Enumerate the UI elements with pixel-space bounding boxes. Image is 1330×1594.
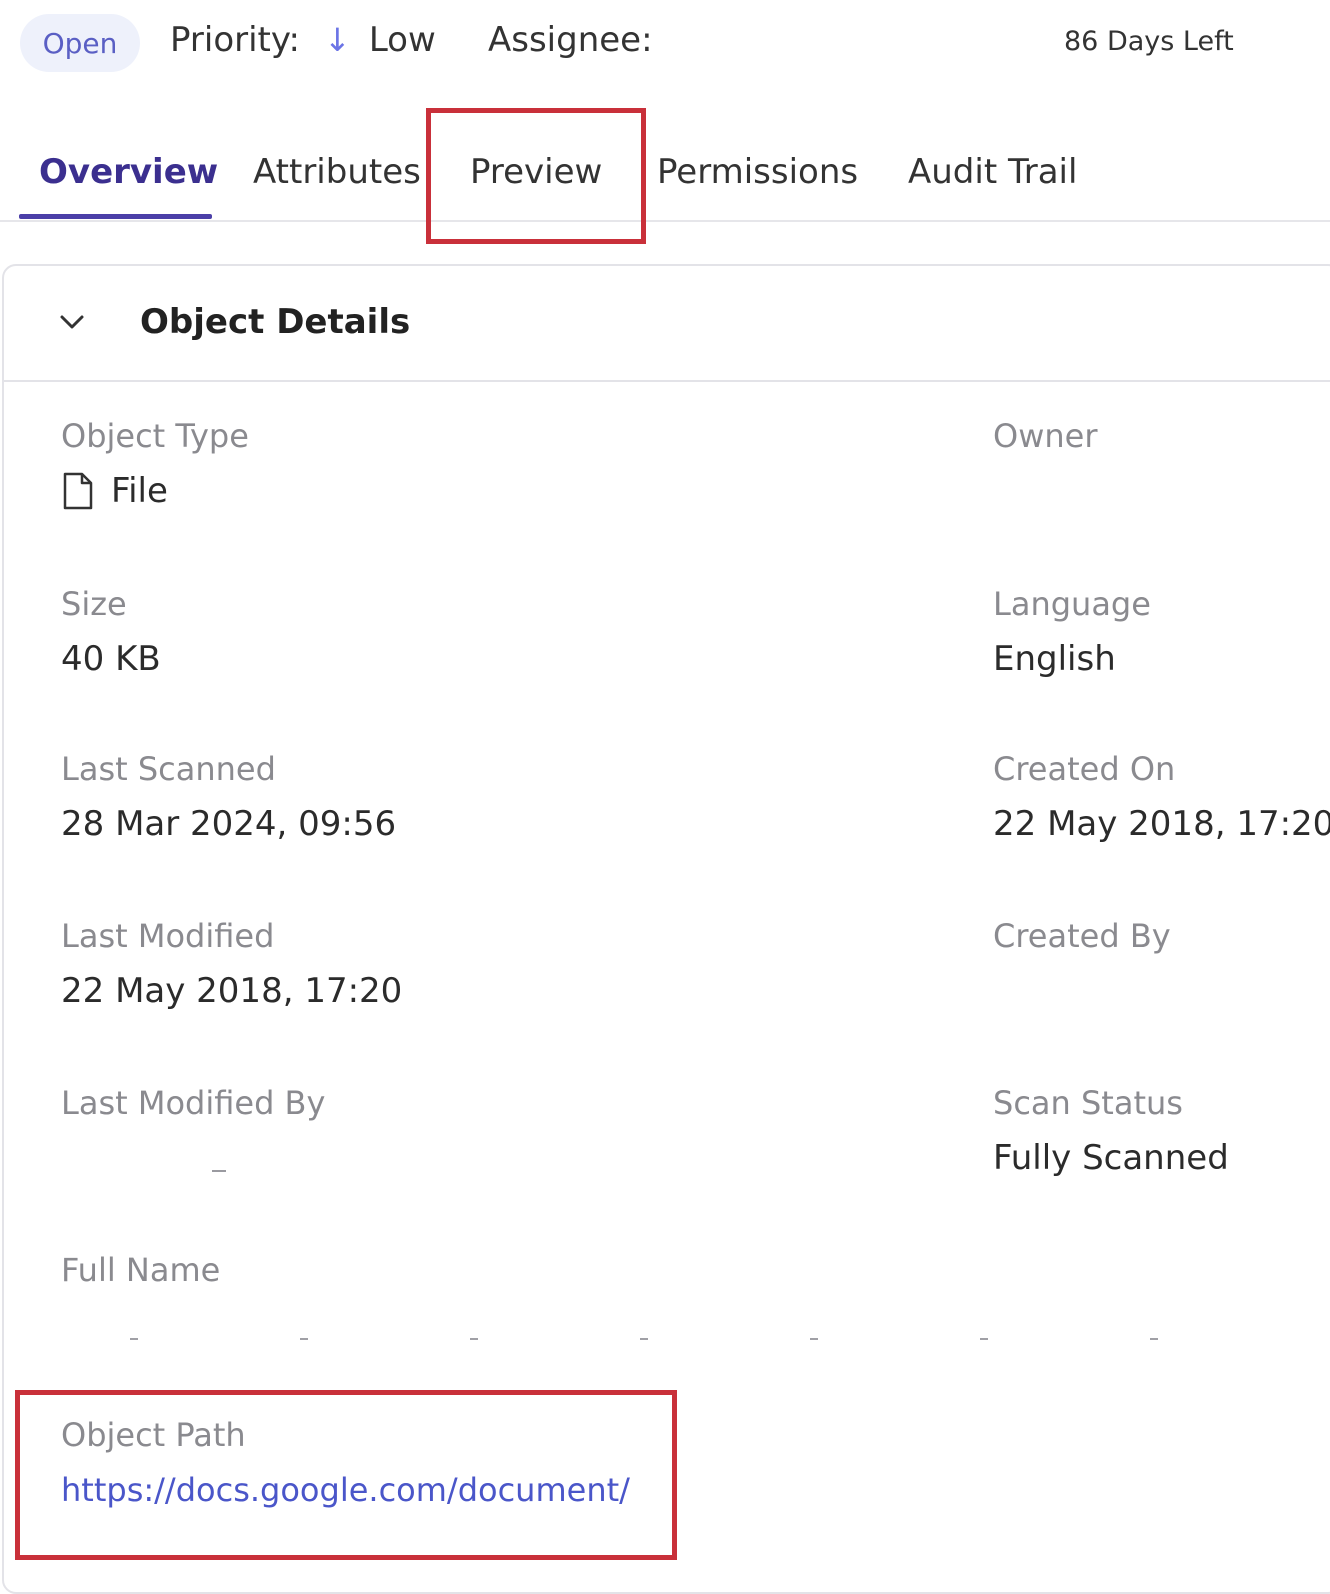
last-scanned-value: 28 Mar 2024, 09:56 xyxy=(61,804,397,844)
tab-bar: Overview Attributes Preview Permissions … xyxy=(0,130,1330,222)
scan-status-field: Scan Status Fully Scanned xyxy=(993,1083,1229,1179)
last-modified-by-field: Last Modified By xyxy=(61,1083,325,1123)
object-path-field: Object Path https://docs.google.com/docu… xyxy=(61,1415,630,1511)
language-label: Language xyxy=(993,585,1151,623)
days-left-label: 86 Days Left xyxy=(1064,26,1234,57)
ticket-header: Open Priority: ↓ Low Assignee: 86 Days L… xyxy=(0,0,1330,90)
created-by-label: Created By xyxy=(993,917,1171,955)
file-icon xyxy=(63,472,93,510)
chevron-down-icon[interactable] xyxy=(56,306,88,338)
assignee-field[interactable]: Assignee: xyxy=(488,20,653,60)
size-field: Size 40 KB xyxy=(61,584,161,680)
object-path-link[interactable]: https://docs.google.com/document/ xyxy=(61,1469,630,1511)
object-type-field: Object Type File xyxy=(61,416,249,512)
created-by-field: Created By xyxy=(993,916,1171,956)
language-value: English xyxy=(993,639,1116,679)
tab-attributes[interactable]: Attributes xyxy=(253,152,421,192)
last-scanned-label: Last Scanned xyxy=(61,750,276,788)
object-type-label: Object Type xyxy=(61,417,249,455)
object-type-value-row: File xyxy=(61,470,249,512)
scan-status-value: Fully Scanned xyxy=(993,1138,1229,1178)
last-modified-label: Last Modified xyxy=(61,917,275,955)
status-badge[interactable]: Open xyxy=(20,14,140,72)
tab-audit-trail[interactable]: Audit Trail xyxy=(908,152,1077,192)
object-path-label: Object Path xyxy=(61,1416,246,1454)
scan-status-label: Scan Status xyxy=(993,1084,1183,1122)
tab-overview[interactable]: Overview xyxy=(39,152,218,192)
redacted-full-name xyxy=(130,1338,1280,1340)
last-modified-by-label: Last Modified By xyxy=(61,1084,326,1122)
object-type-value: File xyxy=(111,471,168,511)
last-modified-field: Last Modified 22 May 2018, 17:20 xyxy=(61,916,402,1012)
owner-label: Owner xyxy=(993,417,1098,455)
priority-field[interactable]: Priority: ↓ Low xyxy=(170,20,436,60)
priority-value: Low xyxy=(368,20,436,60)
active-tab-indicator xyxy=(19,214,212,219)
last-scanned-field: Last Scanned 28 Mar 2024, 09:56 xyxy=(61,749,396,845)
tab-preview[interactable]: Preview xyxy=(470,152,602,192)
section-title: Object Details xyxy=(140,302,411,342)
owner-field: Owner xyxy=(993,416,1097,456)
arrow-down-icon: ↓ xyxy=(324,21,351,59)
created-on-value: 22 May 2018, 17:20 xyxy=(993,804,1330,844)
created-on-label: Created On xyxy=(993,750,1176,788)
created-on-field: Created On 22 May 2018, 17:20 xyxy=(993,749,1330,845)
size-value: 40 KB xyxy=(61,639,161,679)
redacted-value xyxy=(212,1170,226,1172)
language-field: Language English xyxy=(993,584,1151,680)
priority-label: Priority: xyxy=(170,20,300,60)
object-details-header[interactable]: Object Details xyxy=(4,266,1330,382)
size-label: Size xyxy=(61,585,127,623)
last-modified-value: 22 May 2018, 17:20 xyxy=(61,971,403,1011)
full-name-field: Full Name xyxy=(61,1250,220,1290)
full-name-label: Full Name xyxy=(61,1251,221,1289)
tab-permissions[interactable]: Permissions xyxy=(657,152,858,192)
